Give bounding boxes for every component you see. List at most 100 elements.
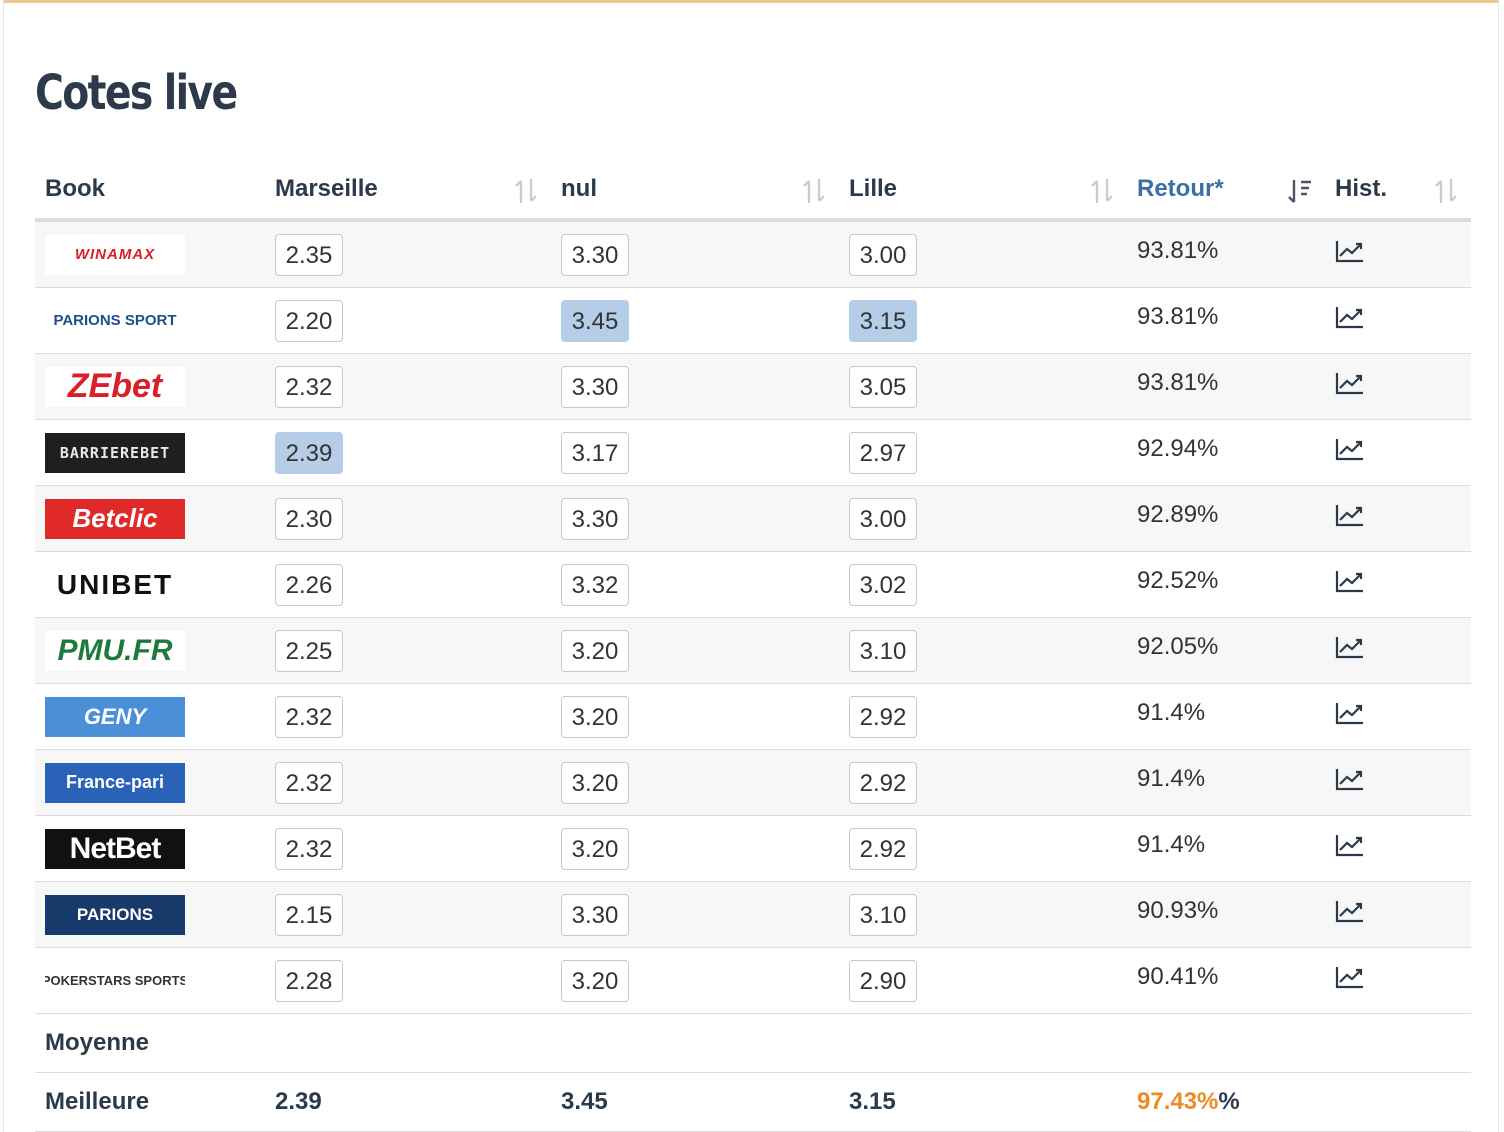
book-cell: PARIONS [35, 881, 265, 948]
odd-button-draw[interactable]: 3.30 [561, 893, 629, 936]
sort-icon[interactable] [801, 177, 827, 205]
odd-button-away[interactable]: 3.15 [849, 299, 917, 342]
bookmaker-logo[interactable]: France-pari [45, 762, 185, 803]
history-cell [1325, 683, 1471, 750]
column-header-lille[interactable]: Lille [839, 160, 1127, 222]
odd-button-draw[interactable]: 3.20 [561, 827, 629, 870]
odd-button-draw[interactable]: 3.20 [561, 959, 629, 1002]
return-value: 93.81% [1137, 368, 1219, 396]
odd-button-away[interactable]: 2.92 [849, 695, 917, 738]
odd-button-draw[interactable]: 3.20 [561, 695, 629, 738]
odd-button-home[interactable]: 2.35 [275, 233, 343, 276]
bookmaker-logo[interactable]: PMU.FR [45, 630, 185, 671]
odd-button-home[interactable]: 2.32 [275, 695, 343, 738]
odd-button-home[interactable]: 2.28 [275, 959, 343, 1002]
odd-button-home[interactable]: 2.15 [275, 893, 343, 936]
chart-line-icon[interactable] [1335, 767, 1365, 791]
chart-line-icon[interactable] [1335, 437, 1365, 461]
history-cell [1325, 220, 1471, 288]
book-cell: POKERSTARS SPORTS [35, 947, 265, 1014]
average-row: Moyenne [35, 1013, 1471, 1073]
bookmaker-logo[interactable]: POKERSTARS SPORTS [45, 960, 185, 1001]
home-odd-cell: 2.20 [265, 287, 551, 354]
column-header-return[interactable]: Retour* [1127, 160, 1325, 222]
bookmaker-logo[interactable]: WINAMAX [45, 234, 185, 275]
odd-button-home[interactable]: 2.20 [275, 299, 343, 342]
bookmaker-logo[interactable]: Betclic [45, 498, 185, 539]
return-cell: 91.4% [1127, 815, 1325, 882]
odd-button-away[interactable]: 2.90 [849, 959, 917, 1002]
book-cell: Betclic [35, 485, 265, 552]
home-odd-cell: 2.32 [265, 749, 551, 816]
odd-button-home[interactable]: 2.39 [275, 431, 343, 474]
odd-button-home[interactable]: 2.25 [275, 629, 343, 672]
odd-button-away[interactable]: 2.97 [849, 431, 917, 474]
draw-odd-cell: 3.20 [551, 815, 839, 882]
bookmaker-logo[interactable]: PARIONS SPORT [45, 300, 185, 341]
odd-button-draw[interactable]: 3.45 [561, 299, 629, 342]
chart-line-icon[interactable] [1335, 371, 1365, 395]
table-row: PMU.FR 2.25 3.20 3.10 92.05% [35, 617, 1471, 684]
odd-button-away[interactable]: 2.92 [849, 827, 917, 870]
sort-icon[interactable] [513, 177, 539, 205]
bookmaker-logo[interactable]: GENY [45, 696, 185, 737]
bookmaker-logo[interactable]: ZEbet [45, 366, 185, 407]
odd-button-draw[interactable]: 3.30 [561, 365, 629, 408]
odd-button-away[interactable]: 3.10 [849, 893, 917, 936]
odd-button-home[interactable]: 2.26 [275, 563, 343, 606]
odd-button-draw[interactable]: 3.32 [561, 563, 629, 606]
odd-button-draw[interactable]: 3.20 [561, 761, 629, 804]
chart-line-icon[interactable] [1335, 569, 1365, 593]
odd-button-away[interactable]: 2.92 [849, 761, 917, 804]
column-header-marseille[interactable]: Marseille [265, 160, 551, 222]
odd-button-home[interactable]: 2.32 [275, 827, 343, 870]
bookmaker-logo[interactable]: NetBet [45, 828, 185, 869]
odd-button-away[interactable]: 3.05 [849, 365, 917, 408]
odd-button-draw[interactable]: 3.30 [561, 233, 629, 276]
table-row: PARIONS 2.15 3.30 3.10 90.93% [35, 881, 1471, 948]
chart-line-icon[interactable] [1335, 701, 1365, 725]
odd-button-away[interactable]: 3.00 [849, 497, 917, 540]
chart-line-icon[interactable] [1335, 965, 1365, 989]
odd-button-away[interactable]: 3.10 [849, 629, 917, 672]
chart-line-icon[interactable] [1335, 833, 1365, 857]
odd-button-home[interactable]: 2.30 [275, 497, 343, 540]
bookmaker-logo[interactable]: PARIONS [45, 894, 185, 935]
odd-button-home[interactable]: 2.32 [275, 761, 343, 804]
table-row: UNIBET 2.26 3.32 3.02 92.52% [35, 551, 1471, 618]
chart-line-icon[interactable] [1335, 239, 1365, 263]
bookmaker-logo[interactable]: UNIBET [45, 564, 185, 605]
chart-line-icon[interactable] [1335, 635, 1365, 659]
draw-odd-cell: 3.20 [551, 683, 839, 750]
book-cell: ZEbet [35, 353, 265, 420]
column-header-draw[interactable]: nul [551, 160, 839, 222]
away-odd-cell: 3.05 [839, 353, 1127, 420]
return-cell: 90.93% [1127, 881, 1325, 948]
home-odd-cell: 2.15 [265, 881, 551, 948]
odd-button-draw[interactable]: 3.30 [561, 497, 629, 540]
odd-button-draw[interactable]: 3.20 [561, 629, 629, 672]
return-cell: 92.52% [1127, 551, 1325, 618]
best-home-odd: 2.39 [265, 1072, 551, 1132]
history-cell [1325, 485, 1471, 552]
bookmaker-logo[interactable]: BARRIEREBET [45, 432, 185, 473]
column-header-history[interactable]: Hist. [1325, 160, 1471, 222]
away-odd-cell: 2.92 [839, 815, 1127, 882]
return-value: 92.89% [1137, 500, 1219, 528]
history-cell [1325, 815, 1471, 882]
page-title: Cotes live [35, 65, 238, 121]
away-odd-cell: 3.02 [839, 551, 1127, 618]
chart-line-icon[interactable] [1335, 503, 1365, 527]
chart-line-icon[interactable] [1335, 305, 1365, 329]
draw-odd-cell: 3.30 [551, 881, 839, 948]
sort-desc-icon[interactable] [1287, 177, 1313, 205]
odd-button-away[interactable]: 3.00 [849, 233, 917, 276]
table-row: NetBet 2.32 3.20 2.92 91.4% [35, 815, 1471, 882]
odd-button-draw[interactable]: 3.17 [561, 431, 629, 474]
chart-line-icon[interactable] [1335, 899, 1365, 923]
draw-odd-cell: 3.17 [551, 419, 839, 486]
odd-button-home[interactable]: 2.32 [275, 365, 343, 408]
odd-button-away[interactable]: 3.02 [849, 563, 917, 606]
sort-icon[interactable] [1089, 177, 1115, 205]
sort-icon[interactable] [1433, 177, 1459, 205]
